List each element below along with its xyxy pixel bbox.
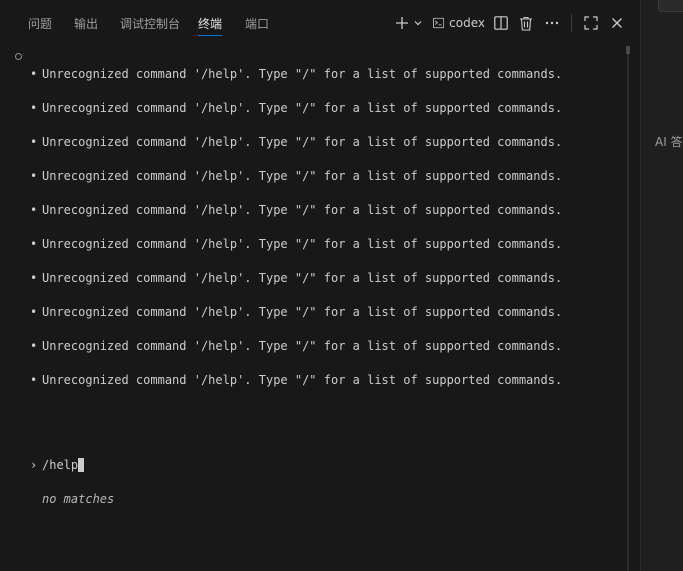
close-icon bbox=[612, 18, 622, 28]
bullet-icon: • bbox=[30, 169, 38, 183]
side-panel-label: AI 答 bbox=[655, 135, 683, 149]
new-terminal-button[interactable] bbox=[393, 12, 411, 34]
terminal-instance-label: codex bbox=[449, 16, 485, 30]
toolbar-separator bbox=[571, 14, 572, 32]
scrollbar-thumb[interactable] bbox=[626, 46, 630, 54]
prompt-chevron-icon: › bbox=[30, 458, 38, 472]
bullet-icon: • bbox=[30, 305, 38, 319]
terminal-input-line[interactable]: › /help bbox=[30, 457, 85, 473]
close-panel-button[interactable] bbox=[608, 12, 626, 34]
terminal-line: • Unrecognized command '/help'. Type "/" … bbox=[30, 237, 563, 251]
terminal-line: • Unrecognized command '/help'. Type "/" … bbox=[30, 305, 563, 319]
terminal-input[interactable]: /help bbox=[42, 458, 78, 472]
terminal-line: • Unrecognized command '/help'. Type "/" … bbox=[30, 271, 563, 285]
maximize-icon bbox=[584, 16, 598, 30]
panel-tab-bar: 问题 输出 调试控制台 终端 端口 codex bbox=[0, 0, 640, 46]
bullet-icon: • bbox=[30, 373, 38, 387]
terminal-line: • Unrecognized command '/help'. Type "/" … bbox=[30, 135, 563, 149]
tab-debug-console[interactable]: 调试控制台 bbox=[120, 16, 180, 36]
terminal-line: • Unrecognized command '/help'. Type "/" … bbox=[30, 101, 563, 115]
tab-output[interactable]: 输出 bbox=[74, 16, 98, 36]
terminal-instance-codex[interactable]: codex bbox=[433, 12, 485, 34]
kill-terminal-button[interactable] bbox=[517, 12, 535, 34]
vscode-window: 问题 输出 调试控制台 终端 端口 codex • Unrecognized c… bbox=[0, 0, 683, 571]
maximize-panel-button[interactable] bbox=[582, 12, 600, 34]
terminal-icon bbox=[433, 17, 445, 29]
tab-problems[interactable]: 问题 bbox=[28, 16, 52, 36]
split-icon bbox=[494, 16, 508, 30]
bullet-icon: • bbox=[30, 271, 38, 285]
plus-icon bbox=[396, 17, 408, 29]
bullet-icon: • bbox=[30, 67, 38, 81]
side-panel-input[interactable] bbox=[658, 0, 683, 12]
trash-icon bbox=[520, 16, 532, 31]
ellipsis-icon bbox=[545, 21, 559, 25]
more-actions-button[interactable] bbox=[543, 12, 561, 34]
scrollbar-track-line bbox=[627, 46, 629, 571]
terminal-line: • Unrecognized command '/help'. Type "/" … bbox=[30, 203, 563, 217]
bullet-icon: • bbox=[30, 339, 38, 353]
terminal-line: • Unrecognized command '/help'. Type "/" … bbox=[30, 67, 563, 81]
bullet-icon: • bbox=[30, 135, 38, 149]
bullet-icon: • bbox=[30, 101, 38, 115]
terminal-line: • Unrecognized command '/help'. Type "/" … bbox=[30, 169, 563, 183]
terminal-viewport[interactable]: • Unrecognized command '/help'. Type "/" … bbox=[0, 46, 626, 571]
bottom-panel: 问题 输出 调试控制台 终端 端口 codex • Unrecognized c… bbox=[0, 0, 640, 571]
terminal-line: • Unrecognized command '/help'. Type "/" … bbox=[30, 339, 563, 353]
tab-ports[interactable]: 端口 bbox=[245, 16, 269, 36]
command-decoration-icon bbox=[15, 53, 22, 60]
side-panel: AI 答 bbox=[640, 0, 683, 571]
bullet-icon: • bbox=[30, 203, 38, 217]
bullet-icon: • bbox=[30, 237, 38, 251]
chevron-down-icon bbox=[414, 21, 422, 26]
tab-terminal[interactable]: 终端 bbox=[198, 16, 223, 36]
text-cursor bbox=[78, 458, 85, 472]
split-terminal-button[interactable] bbox=[492, 12, 510, 34]
terminal-dropdown-button[interactable] bbox=[411, 12, 425, 34]
command-suggestion-hint: no matches bbox=[42, 492, 115, 506]
terminal-line: • Unrecognized command '/help'. Type "/" … bbox=[30, 373, 563, 387]
